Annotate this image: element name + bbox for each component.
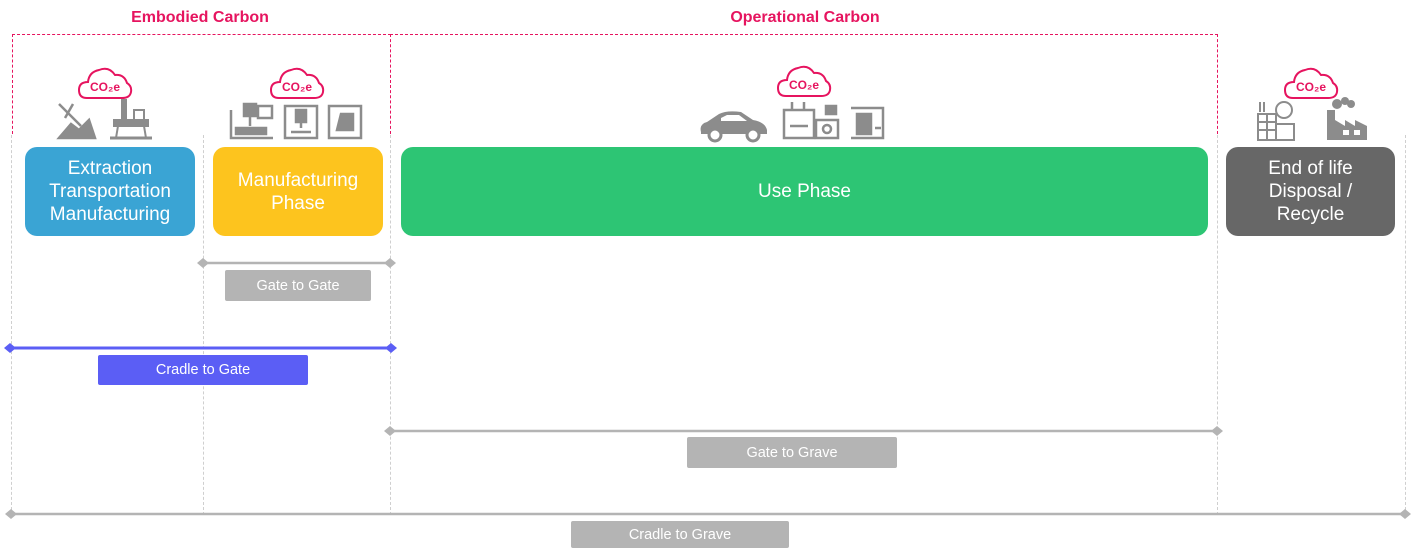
gate-to-grave-label: Gate to Grave xyxy=(687,437,897,468)
gate-to-gate-label: Gate to Gate xyxy=(225,270,371,301)
cradle-to-grave-line xyxy=(5,509,1411,519)
gate-to-grave-line xyxy=(384,426,1223,436)
cradle-to-gate-label: Cradle to Gate xyxy=(98,355,308,385)
gate-to-gate-line xyxy=(197,258,396,268)
cradle-to-grave-label: Cradle to Grave xyxy=(571,521,789,548)
cradle-to-gate-line xyxy=(4,343,397,353)
